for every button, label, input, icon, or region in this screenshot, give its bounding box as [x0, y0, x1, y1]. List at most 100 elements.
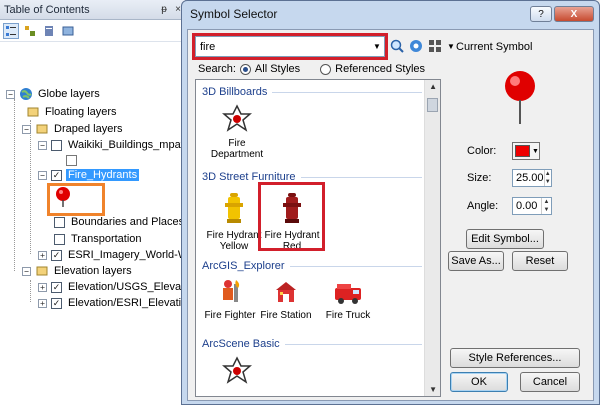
tree-item-fire-hydrants[interactable]: − ✓ Fire_Hydrants: [38, 168, 140, 182]
spinner-arrows-icon[interactable]: ▲ ▼: [543, 170, 551, 186]
tree-item-elevation-esri[interactable]: + ✓ Elevation/ESRI_Elevation: [38, 296, 195, 310]
color-label: Color:: [467, 145, 497, 157]
cancel-button[interactable]: Cancel: [520, 372, 580, 392]
layer-group-icon: [36, 266, 48, 276]
symbol-fire-department[interactable]: Fire Department: [205, 102, 269, 160]
color-picker-button[interactable]: ▼: [512, 142, 540, 160]
toc-title-bar: Table of Contents ᵽ ×: [0, 0, 185, 20]
current-symbol-label: Current Symbol: [456, 41, 533, 53]
layer-label: Elevation/ESRI_Elevation: [68, 297, 194, 309]
layer-visibility-checkbox[interactable]: ✓: [51, 281, 62, 293]
tree-item-boundaries[interactable]: Boundaries and Places: [54, 215, 186, 229]
style-search-icon[interactable]: [409, 39, 423, 53]
angle-spinner[interactable]: 0.00 ▲ ▼: [512, 197, 552, 215]
red-pushpin-icon: [505, 70, 535, 124]
symbol-fire-hydrant-yellow[interactable]: Fire Hydrant Yellow: [202, 186, 266, 252]
fire-department-icon: [222, 356, 252, 384]
angle-value[interactable]: 0.00: [513, 200, 541, 212]
symbol-label: Fire Station: [260, 310, 312, 321]
tree-item-transportation[interactable]: Transportation: [54, 232, 144, 246]
referenced-styles-radio[interactable]: [320, 63, 332, 75]
style-references-button[interactable]: Style References...: [450, 348, 580, 368]
symbol-fire-station[interactable]: Fire Station: [254, 274, 318, 321]
layer-label: Globe layers: [38, 88, 100, 100]
spinner-arrows-icon[interactable]: ▲ ▼: [541, 198, 551, 214]
layer-visibility-checkbox[interactable]: [51, 139, 62, 151]
tree-item-floating-layers[interactable]: Floating layers: [22, 105, 119, 119]
symbol-selector-dialog: Symbol Selector ? X ▼ ▼ Search: All Styl…: [181, 0, 600, 405]
symbol-label: Fire Fighter: [204, 310, 256, 321]
expand-toggle[interactable]: +: [38, 250, 47, 260]
toc-toolbar: [0, 20, 185, 42]
search-scope-label: Search:: [198, 63, 236, 75]
layer-visibility-checkbox[interactable]: ✓: [51, 249, 62, 261]
layer-group-icon: [27, 107, 39, 117]
expand-toggle[interactable]: +: [38, 298, 47, 308]
group-title: ArcGIS_Explorer: [202, 260, 285, 272]
fire-hydrant-icon: [225, 193, 243, 223]
toc-title: Table of Contents: [4, 3, 90, 16]
view-options-dropdown-icon[interactable]: ▼: [447, 42, 455, 51]
scrollbar-thumb[interactable]: [427, 98, 438, 112]
list-by-selection-icon[interactable]: [60, 23, 76, 39]
symbol-label: Fire Department: [210, 138, 264, 160]
dialog-title-bar[interactable]: Symbol Selector ? X: [182, 1, 599, 27]
layer-visibility-checkbox[interactable]: [54, 233, 65, 245]
scroll-up-icon[interactable]: ▲: [429, 82, 437, 91]
symbol-label: Fire Truck: [325, 310, 371, 321]
list-by-drawing-order-icon[interactable]: [3, 22, 19, 39]
tree-item-elevation-layers[interactable]: − Elevation layers: [22, 264, 134, 278]
tree-item-waikiki-buildings[interactable]: − Waikiki_Buildings_mpatc: [38, 138, 191, 152]
layer-visibility-checkbox[interactable]: ✓: [51, 297, 62, 309]
search-tools: ▼: [390, 39, 455, 53]
referenced-styles-label[interactable]: Referenced Styles: [335, 63, 425, 75]
collapse-toggle[interactable]: −: [38, 170, 47, 180]
highlight-box-search: [192, 33, 388, 60]
reset-button[interactable]: Reset: [512, 251, 568, 271]
size-value[interactable]: 25.00: [513, 172, 544, 184]
collapse-toggle[interactable]: −: [22, 124, 31, 134]
symbol-list[interactable]: ▲ ▼ 3D Billboards Fire Department 3D Str…: [195, 79, 441, 397]
all-styles-label[interactable]: All Styles: [255, 63, 300, 75]
symbol-label: Fire Hydrant Yellow: [206, 230, 262, 252]
expand-toggle[interactable]: +: [38, 282, 47, 292]
legend-swatch: [66, 154, 77, 166]
group-header-3d-billboards: 3D Billboards: [202, 86, 422, 98]
list-by-visibility-icon[interactable]: [41, 23, 57, 39]
symbol-fire-fighter[interactable]: Fire Fighter: [198, 274, 262, 321]
view-options-icon[interactable]: [428, 39, 442, 53]
tree-item-globe-layers[interactable]: − Globe layers: [6, 87, 102, 101]
collapse-toggle[interactable]: −: [22, 266, 31, 276]
collapse-toggle[interactable]: −: [38, 140, 47, 150]
tree-item-draped-layers[interactable]: − Draped layers: [22, 122, 124, 136]
color-swatch: [515, 145, 530, 157]
close-button[interactable]: X: [554, 6, 594, 22]
help-button[interactable]: ?: [530, 6, 552, 22]
search-scope: Search: All Styles Referenced Styles: [198, 63, 425, 75]
scroll-down-icon[interactable]: ▼: [429, 385, 437, 394]
symbol-preview: [456, 55, 584, 140]
globe-icon: [20, 88, 32, 100]
table-of-contents-panel: Table of Contents ᵽ × − Globe layers Flo…: [0, 0, 199, 405]
fire-station-icon: [276, 282, 296, 302]
layer-visibility-checkbox[interactable]: ✓: [51, 169, 62, 181]
list-scrollbar[interactable]: ▲ ▼: [424, 80, 440, 396]
size-spinner[interactable]: 25.00 ▲ ▼: [512, 169, 552, 187]
layer-label-selected: Fire_Hydrants: [66, 169, 140, 181]
search-icon[interactable]: [390, 39, 404, 53]
save-as-button[interactable]: Save As...: [448, 251, 504, 271]
pin-icon[interactable]: ᵽ: [157, 4, 171, 15]
all-styles-radio[interactable]: [239, 63, 251, 75]
ok-button[interactable]: OK: [450, 372, 508, 392]
layer-label: ESRI_Imagery_World-W: [68, 249, 189, 261]
fire-truck-icon: [335, 284, 361, 304]
tree-item-elevation-usgs[interactable]: + ✓ Elevation/USGS_Elevation: [38, 280, 201, 294]
layer-visibility-checkbox[interactable]: [54, 216, 65, 228]
list-by-source-icon[interactable]: [22, 23, 38, 39]
layer-label: Floating layers: [45, 106, 117, 118]
symbol-fire-truck[interactable]: Fire Truck: [316, 274, 380, 321]
edit-symbol-button[interactable]: Edit Symbol...: [466, 229, 544, 249]
collapse-toggle[interactable]: −: [6, 89, 15, 99]
tree-item-esri-imagery[interactable]: + ✓ ESRI_Imagery_World-W: [38, 248, 190, 262]
symbol-arcscene-fire[interactable]: [205, 354, 269, 390]
